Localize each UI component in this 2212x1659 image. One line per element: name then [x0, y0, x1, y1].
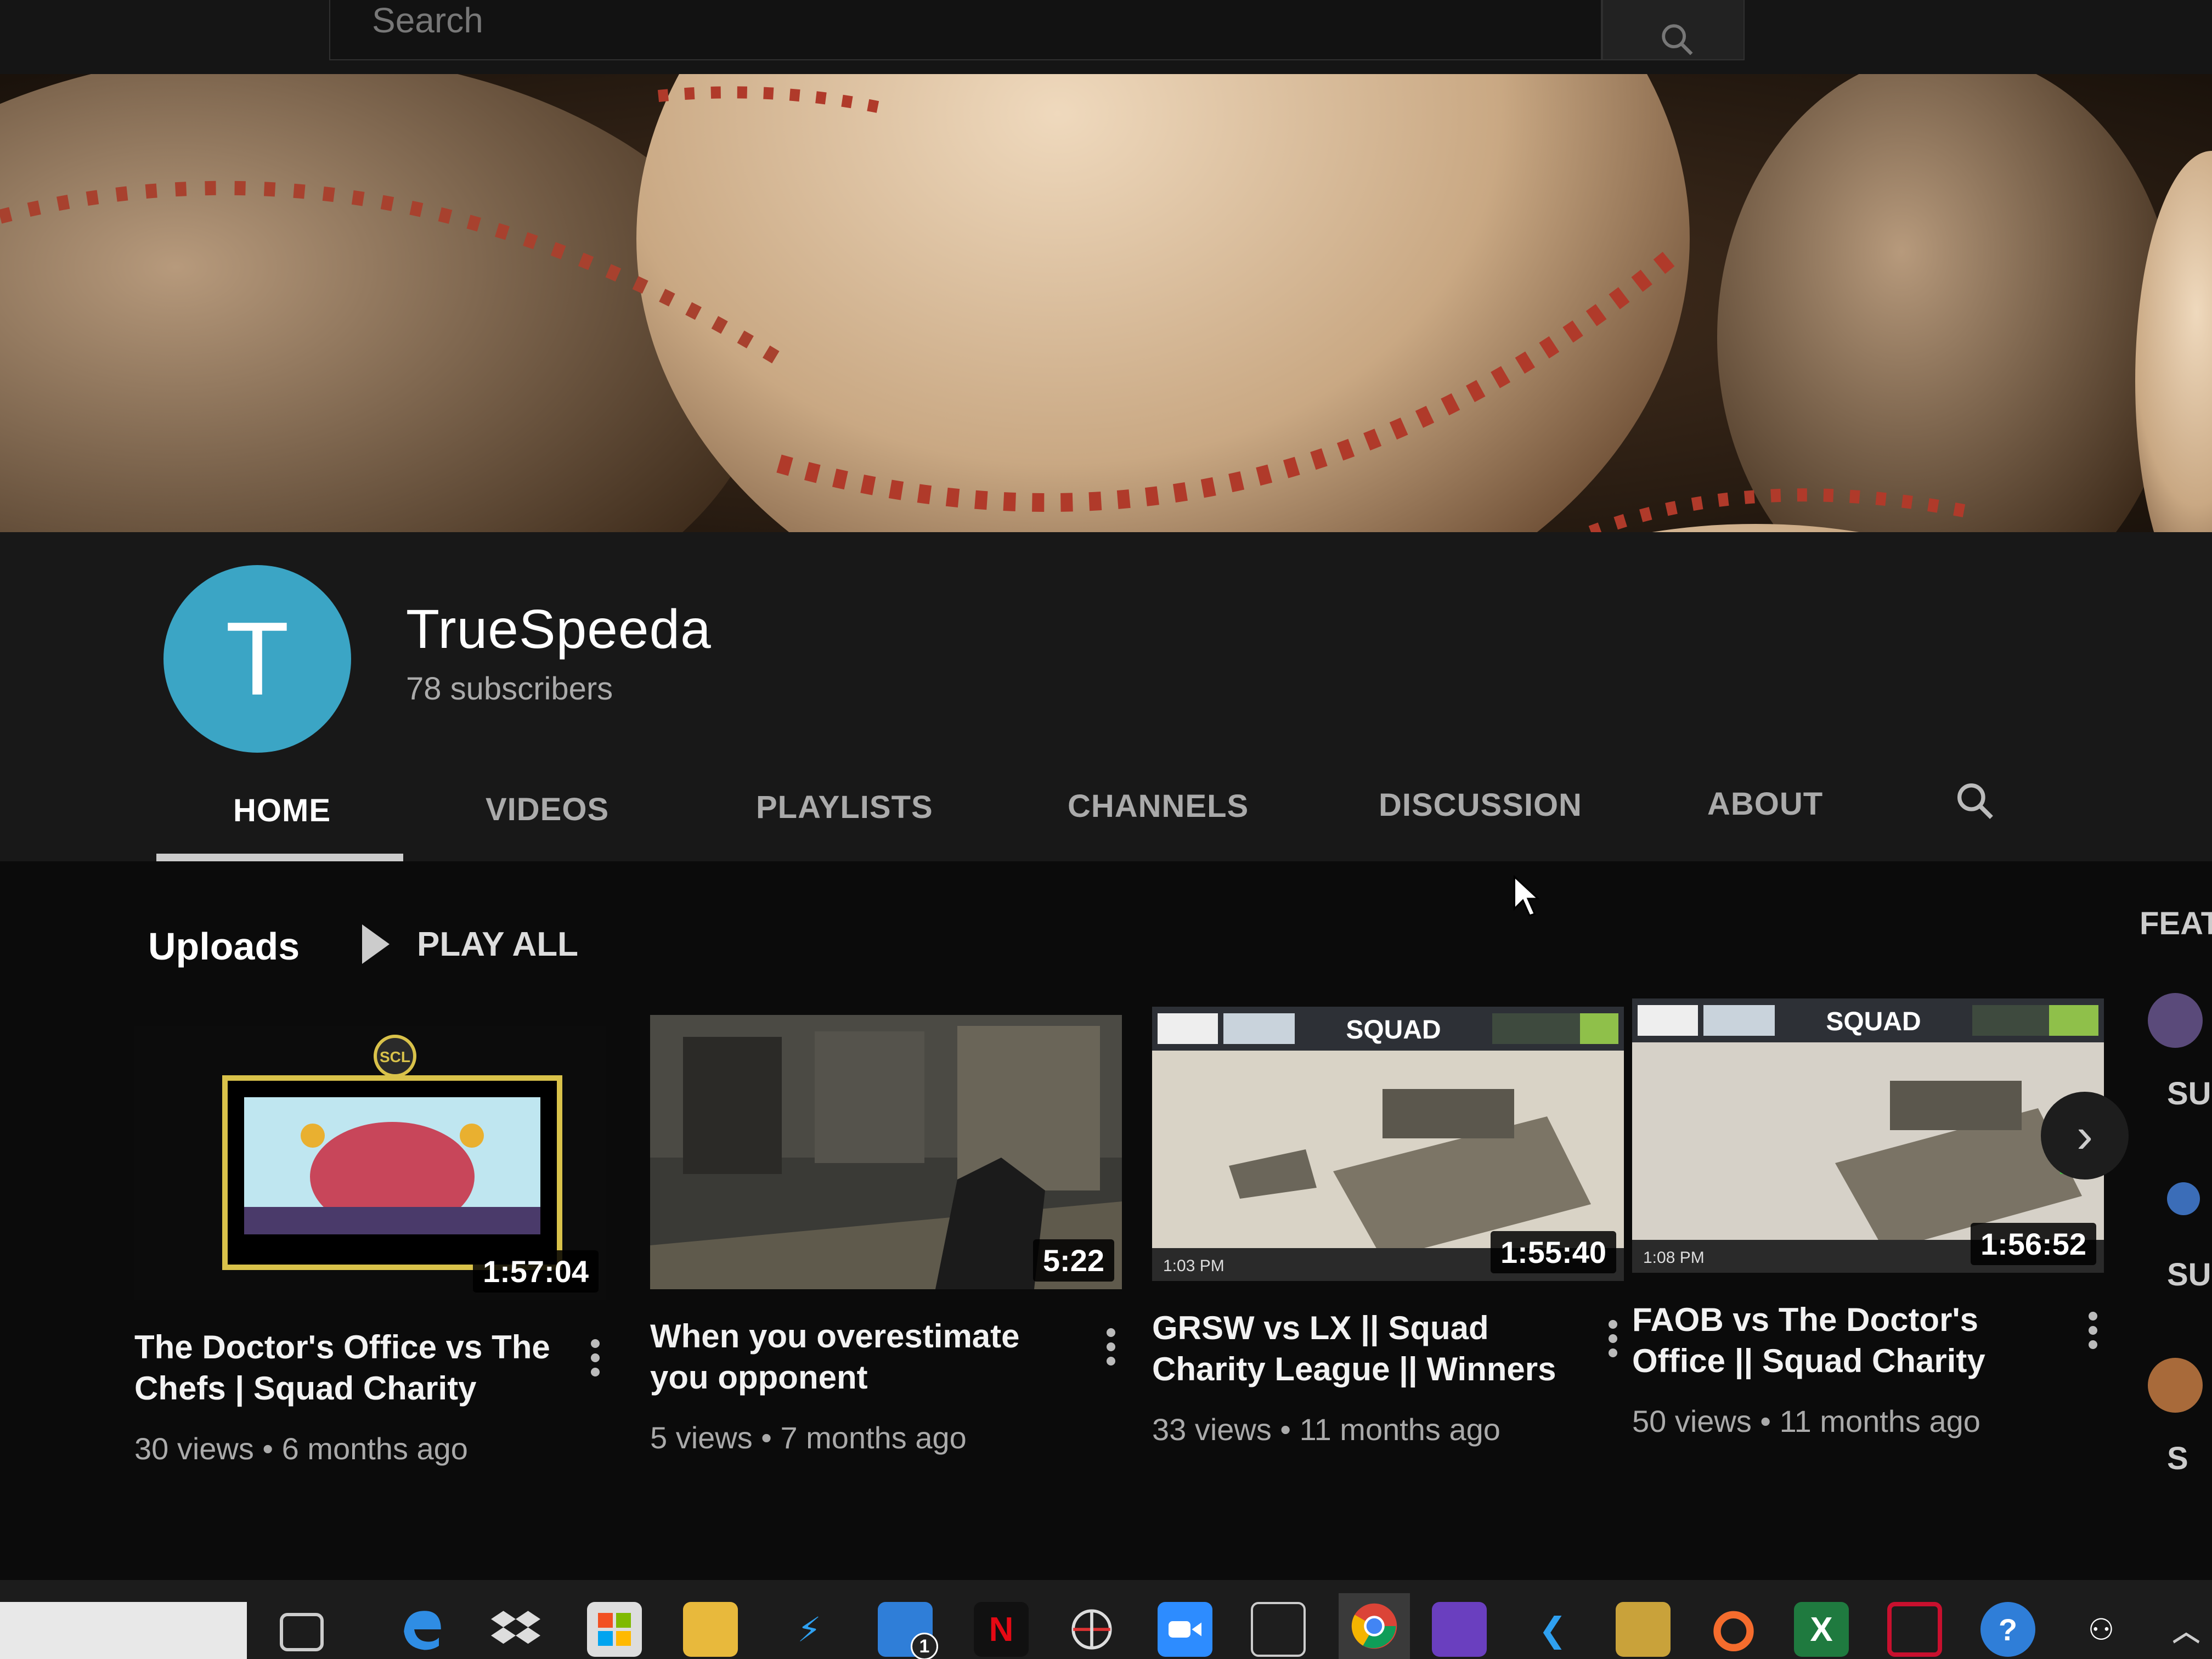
featured-channel-avatar[interactable] — [2148, 1358, 2203, 1413]
tab-home[interactable]: HOME — [233, 792, 331, 829]
play-all-label: PLAY ALL — [417, 925, 578, 963]
app-icon[interactable] — [1616, 1602, 1671, 1657]
channel-avatar[interactable]: T — [163, 565, 351, 753]
windows-taskbar: ⚡ 1 N ❮ X ? ⚇ ︿ — [0, 1580, 2212, 1659]
mail-icon[interactable]: 1 — [878, 1602, 938, 1659]
uploads-title[interactable]: Uploads — [148, 924, 300, 968]
video-duration: 5:22 — [1032, 1239, 1114, 1282]
visual-studio-icon[interactable] — [1432, 1602, 1487, 1657]
channel-banner — [0, 74, 2212, 532]
task-view-icon[interactable] — [280, 1613, 324, 1651]
video-meta: 33 views • 11 months ago — [1152, 1412, 1500, 1447]
store-icon[interactable] — [587, 1602, 642, 1657]
snip-icon[interactable] — [1251, 1602, 1306, 1657]
file-explorer-icon[interactable] — [683, 1602, 738, 1657]
video-title[interactable]: GRSW vs LX || Squad Charity League || Wi… — [1152, 1307, 1580, 1390]
featured-subscribe-label[interactable]: SU — [2167, 1256, 2211, 1293]
video-thumbnail[interactable]: SQUAD 1:03 PM 1:55:40 — [1152, 1007, 1624, 1281]
play-all-button[interactable]: PLAY ALL — [362, 924, 578, 964]
tab-videos[interactable]: VIDEOS — [486, 791, 609, 828]
more-options-icon[interactable] — [584, 1336, 606, 1385]
video-duration: 1:56:52 — [1970, 1223, 2096, 1265]
video-duration: 1:57:04 — [472, 1250, 599, 1293]
more-options-icon[interactable] — [1100, 1325, 1122, 1374]
excel-icon[interactable]: X — [1794, 1602, 1849, 1657]
chevron-up-icon[interactable]: ︿ — [2159, 1602, 2212, 1657]
tab-channels[interactable]: CHANNELS — [1068, 788, 1249, 825]
video-card[interactable]: SCL 1:57:04 The Doctor's Office vs The C… — [134, 1026, 606, 1466]
video-title[interactable]: FAOB vs The Doctor's Office || Squad Cha… — [1632, 1299, 2060, 1381]
mail-badge: 1 — [911, 1633, 938, 1659]
people-icon[interactable]: ⚇ — [2074, 1602, 2129, 1657]
featured-channel-avatar[interactable] — [2167, 1182, 2200, 1215]
search-icon — [1957, 783, 1993, 819]
video-thumbnail[interactable]: SCL 1:57:04 — [134, 1026, 606, 1300]
featured-subscribe-label[interactable]: SU — [2167, 1075, 2211, 1112]
more-options-icon[interactable] — [1602, 1317, 1624, 1366]
squad-logo-text: SQUAD — [1346, 1015, 1441, 1045]
tab-playlists[interactable]: PLAYLISTS — [756, 789, 933, 826]
shelf-next-button[interactable]: › — [2041, 1092, 2129, 1180]
mcafee-icon[interactable] — [1887, 1602, 1942, 1657]
channel-name: TrueSpeeda — [406, 599, 712, 660]
play-icon — [362, 924, 390, 964]
baseball-banner-image — [0, 74, 2212, 532]
taskbar-search-box[interactable] — [0, 1602, 247, 1659]
edge-icon[interactable] — [395, 1602, 450, 1657]
video-meta: 5 views • 7 months ago — [650, 1420, 967, 1455]
search-button[interactable] — [1602, 0, 1745, 60]
zoom-icon[interactable] — [1158, 1602, 1212, 1657]
featured-channel-avatar[interactable] — [2148, 993, 2203, 1048]
search-input[interactable]: Search — [329, 0, 1602, 60]
vscode-icon[interactable]: ❮ — [1525, 1602, 1580, 1657]
origin-icon[interactable] — [1706, 1602, 1761, 1657]
video-thumbnail[interactable]: SQUAD 1:08 PM 1:56:52 — [1632, 998, 2104, 1273]
video-meta: 50 views • 11 months ago — [1632, 1404, 1980, 1438]
squad-logo-text: SQUAD — [1826, 1007, 1921, 1036]
mouse-cursor-icon — [1513, 875, 1540, 917]
help-icon[interactable]: ? — [1980, 1602, 2035, 1657]
tab-about[interactable]: ABOUT — [1707, 786, 1823, 822]
stream-time-text: 1:08 PM — [1643, 1249, 1705, 1267]
stream-time-text: 1:03 PM — [1163, 1257, 1224, 1275]
subscriber-count: 78 subscribers — [406, 671, 613, 707]
video-title[interactable]: When you overestimate you opponent — [650, 1316, 1078, 1398]
search-icon — [1662, 24, 1693, 55]
scl-logo-text: SCL — [380, 1048, 410, 1065]
chevron-right-icon: › — [2076, 1108, 2093, 1163]
top-bar: Search — [0, 0, 2212, 74]
featured-channels-title: FEAT — [2140, 906, 2212, 941]
video-card[interactable]: SQUAD 1:08 PM 1:56:52 FAOB vs The Doctor… — [1632, 998, 2104, 1439]
channel-search-button[interactable] — [1953, 779, 1997, 826]
tab-discussion[interactable]: DISCUSSION — [1379, 787, 1582, 823]
video-thumbnail[interactable]: 5:22 — [650, 1015, 1122, 1289]
video-card[interactable]: 5:22 When you overestimate you opponent … — [650, 1015, 1122, 1455]
video-meta: 30 views • 6 months ago — [134, 1431, 468, 1466]
featured-subscribe-label[interactable]: S — [2167, 1440, 2188, 1477]
netflix-icon[interactable]: N — [974, 1602, 1029, 1657]
channel-tabs: HOME VIDEOS PLAYLISTS CHANNELS DISCUSSIO… — [0, 779, 2212, 861]
more-options-icon[interactable] — [2082, 1308, 2104, 1358]
video-duration: 1:55:40 — [1490, 1231, 1616, 1273]
dropbox-icon[interactable] — [488, 1602, 543, 1657]
chrome-icon[interactable] — [1339, 1593, 1410, 1659]
video-card[interactable]: SQUAD 1:03 PM 1:55:40 GRSW vs LX || Squa… — [1152, 1007, 1624, 1447]
vscode-insiders-icon[interactable]: ⚡ — [782, 1602, 837, 1657]
network-icon[interactable] — [1064, 1602, 1119, 1657]
video-title[interactable]: The Doctor's Office vs The Chefs | Squad… — [134, 1327, 562, 1409]
active-tab-indicator — [156, 854, 403, 861]
